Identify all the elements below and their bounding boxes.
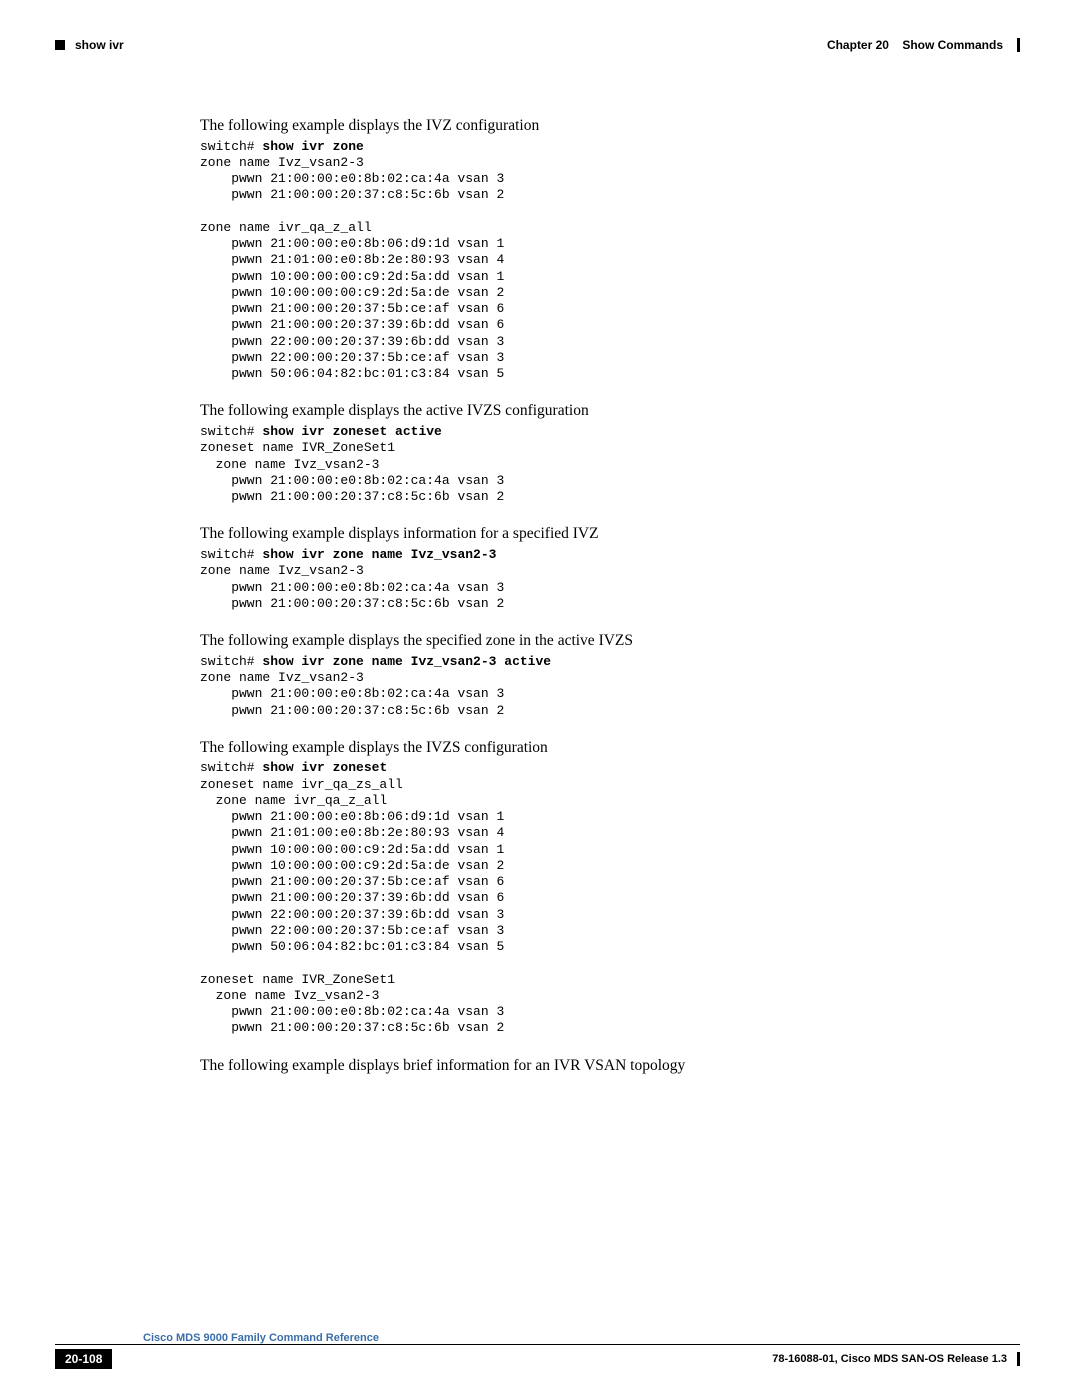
command: show ivr zone name Ivz_vsan2-3 active (262, 654, 551, 669)
page-header: show ivr Chapter 20 Show Commands (55, 38, 1020, 52)
output: zone name Ivz_vsan2-3 pwwn 21:00:00:e0:8… (200, 670, 504, 718)
page-content: The following example displays the IVZ c… (200, 115, 930, 1078)
prompt: switch# (200, 139, 262, 154)
footer-rule (55, 1344, 1020, 1345)
prompt: switch# (200, 424, 262, 439)
output: zone name Ivz_vsan2-3 pwwn 21:00:00:e0:8… (200, 155, 504, 381)
code-block: switch# show ivr zone name Ivz_vsan2-3 z… (200, 547, 930, 612)
command: show ivr zoneset active (262, 424, 441, 439)
paragraph: The following example displays the IVZ c… (200, 115, 930, 137)
page-number: 20-108 (55, 1349, 112, 1369)
code-block: switch# show ivr zone zone name Ivz_vsan… (200, 139, 930, 383)
page-footer: Cisco MDS 9000 Family Command Reference … (55, 1332, 1020, 1369)
paragraph: The following example displays the activ… (200, 400, 930, 422)
header-bar-icon (1017, 38, 1020, 52)
paragraph: The following example displays brief inf… (200, 1055, 930, 1077)
header-left: show ivr (55, 38, 124, 52)
command-name: show ivr (75, 38, 124, 52)
footer-left: 20-108 (55, 1349, 112, 1369)
book-title: Cisco MDS 9000 Family Command Reference (143, 1332, 1020, 1344)
chapter-label: Chapter 20 Show Commands (827, 38, 1003, 52)
prompt: switch# (200, 654, 262, 669)
prompt: switch# (200, 760, 262, 775)
code-block: switch# show ivr zoneset active zoneset … (200, 424, 930, 505)
output: zoneset name IVR_ZoneSet1 zone name Ivz_… (200, 440, 504, 504)
publication-info: 78-16088-01, Cisco MDS SAN-OS Release 1.… (772, 1353, 1007, 1365)
command: show ivr zone (262, 139, 363, 154)
paragraph: The following example displays the speci… (200, 630, 930, 652)
paragraph: The following example displays informati… (200, 523, 930, 545)
code-block: switch# show ivr zone name Ivz_vsan2-3 a… (200, 654, 930, 719)
chapter-title: Show Commands (902, 38, 1003, 52)
chapter-number: Chapter 20 (827, 38, 889, 52)
footer-bar: 20-108 78-16088-01, Cisco MDS SAN-OS Rel… (55, 1349, 1020, 1369)
output: zone name Ivz_vsan2-3 pwwn 21:00:00:e0:8… (200, 563, 504, 611)
output: zoneset name ivr_qa_zs_all zone name ivr… (200, 777, 504, 1036)
footer-right: 78-16088-01, Cisco MDS SAN-OS Release 1.… (772, 1352, 1020, 1366)
code-block: switch# show ivr zoneset zoneset name iv… (200, 760, 930, 1036)
paragraph: The following example displays the IVZS … (200, 737, 930, 759)
footer-bar-icon (1017, 1352, 1020, 1366)
header-right: Chapter 20 Show Commands (827, 38, 1020, 52)
prompt: switch# (200, 547, 262, 562)
square-icon (55, 40, 65, 50)
command: show ivr zoneset (262, 760, 387, 775)
command: show ivr zone name Ivz_vsan2-3 (262, 547, 496, 562)
